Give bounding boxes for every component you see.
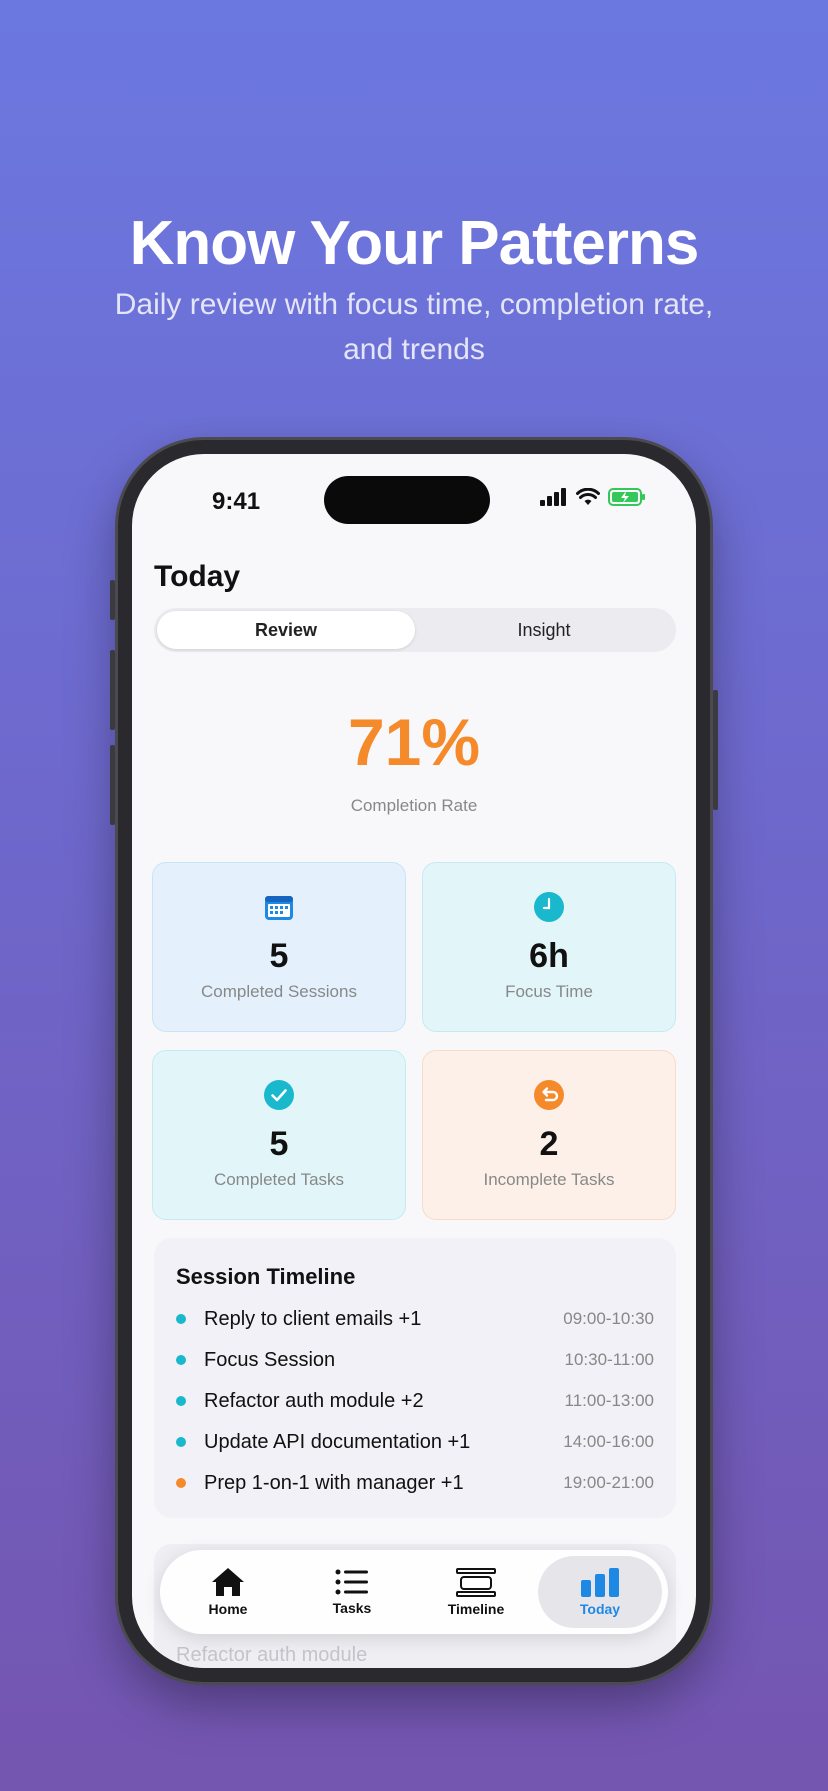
promo-subtitle: Daily review with focus time, completion… xyxy=(114,288,714,366)
session-timeline-title: Session Timeline xyxy=(176,1264,356,1289)
status-dot xyxy=(176,1396,186,1406)
status-dot xyxy=(176,1314,186,1324)
session-time: 09:00-10:30 xyxy=(563,1309,654,1328)
list-icon xyxy=(335,1569,368,1595)
phone-screen: 9:41 Today Review Insight 71% Completion… xyxy=(132,454,696,1668)
power-button xyxy=(713,690,718,810)
timeline-icon xyxy=(456,1568,496,1597)
stat-value: 5 xyxy=(269,937,289,975)
tab-label: Home xyxy=(208,1601,248,1617)
session-timeline-card: Session Timeline Reply to client emails … xyxy=(154,1238,676,1518)
segment-insight[interactable]: Insight xyxy=(415,611,673,649)
session-time: 11:00-13:00 xyxy=(564,1391,654,1410)
segment-review[interactable]: Review xyxy=(157,611,415,649)
undo-icon xyxy=(533,1079,565,1111)
home-icon xyxy=(212,1568,244,1596)
stat-label: Focus Time xyxy=(505,982,593,1001)
promo-title: Know Your Patterns xyxy=(129,209,700,278)
stat-label: Incomplete Tasks xyxy=(483,1170,615,1189)
tab-label: Tasks xyxy=(332,1600,372,1616)
wifi-icon xyxy=(576,488,600,505)
session-name: Update API documentation +1 xyxy=(204,1430,471,1453)
tab-bar: Home Tasks Timeline Today xyxy=(160,1550,668,1634)
status-icons xyxy=(540,488,646,506)
segmented-control: Review Insight xyxy=(154,608,676,652)
volume-down-button xyxy=(110,745,115,825)
tab-tasks[interactable]: Tasks xyxy=(290,1556,414,1628)
stat-value: 6h xyxy=(529,937,569,975)
bar-chart-icon xyxy=(581,1568,619,1597)
timeline-row[interactable]: Refactor auth module +2 11:00-13:00 xyxy=(176,1386,654,1416)
status-dot xyxy=(176,1355,186,1365)
timeline-row[interactable]: Reply to client emails +1 09:00-10:30 xyxy=(176,1304,654,1334)
page-title: Today xyxy=(154,560,241,593)
status-time: 9:41 xyxy=(212,488,261,515)
stat-card-incomplete-tasks: 2 Incomplete Tasks xyxy=(422,1050,676,1220)
timeline-row[interactable]: Update API documentation +1 14:00-16:00 xyxy=(176,1427,654,1457)
session-name: Refactor auth module +2 xyxy=(204,1389,424,1412)
battery-charging-icon xyxy=(608,488,645,506)
session-time: 10:30-11:00 xyxy=(564,1350,654,1369)
tab-timeline[interactable]: Timeline xyxy=(414,1556,538,1628)
tab-label: Timeline xyxy=(447,1601,505,1617)
stat-label: Completed Sessions xyxy=(201,982,357,1001)
mute-switch xyxy=(110,580,115,620)
signal-icon xyxy=(540,488,566,506)
completion-rate-value: 71% xyxy=(347,705,481,779)
stat-label: Completed Tasks xyxy=(213,1170,345,1189)
phone-frame: 9:41 Today Review Insight 71% Completion… xyxy=(110,440,718,1682)
session-name: Reply to client emails +1 xyxy=(204,1307,422,1330)
volume-up-button xyxy=(110,650,115,730)
status-dot xyxy=(176,1437,186,1447)
stat-value: 2 xyxy=(539,1125,559,1163)
status-dot xyxy=(176,1478,186,1488)
session-time: 19:00-21:00 xyxy=(563,1473,654,1492)
dynamic-island xyxy=(324,476,490,524)
timeline-row[interactable]: Prep 1-on-1 with manager +1 19:00-21:00 xyxy=(176,1468,654,1498)
clock-icon xyxy=(533,891,565,923)
session-time: 14:00-16:00 xyxy=(563,1432,654,1451)
stat-card-completed-sessions: 5 Completed Sessions xyxy=(152,862,406,1032)
tab-home[interactable]: Home xyxy=(166,1556,290,1628)
session-name: Prep 1-on-1 with manager +1 xyxy=(204,1471,464,1494)
next-card-preview-text: Refactor auth module xyxy=(176,1644,368,1666)
timeline-row[interactable]: Focus Session 10:30-11:00 xyxy=(176,1345,654,1375)
tab-today[interactable]: Today xyxy=(538,1556,662,1628)
tab-label: Today xyxy=(579,1601,621,1617)
stat-value: 5 xyxy=(269,1125,289,1163)
stat-card-completed-tasks: 5 Completed Tasks xyxy=(152,1050,406,1220)
checkmark-icon xyxy=(263,1079,295,1111)
session-name: Focus Session xyxy=(204,1348,336,1371)
completion-rate-label: Completion Rate xyxy=(350,796,478,815)
calendar-icon xyxy=(263,891,295,923)
stat-card-focus-time: 6h Focus Time xyxy=(422,862,676,1032)
